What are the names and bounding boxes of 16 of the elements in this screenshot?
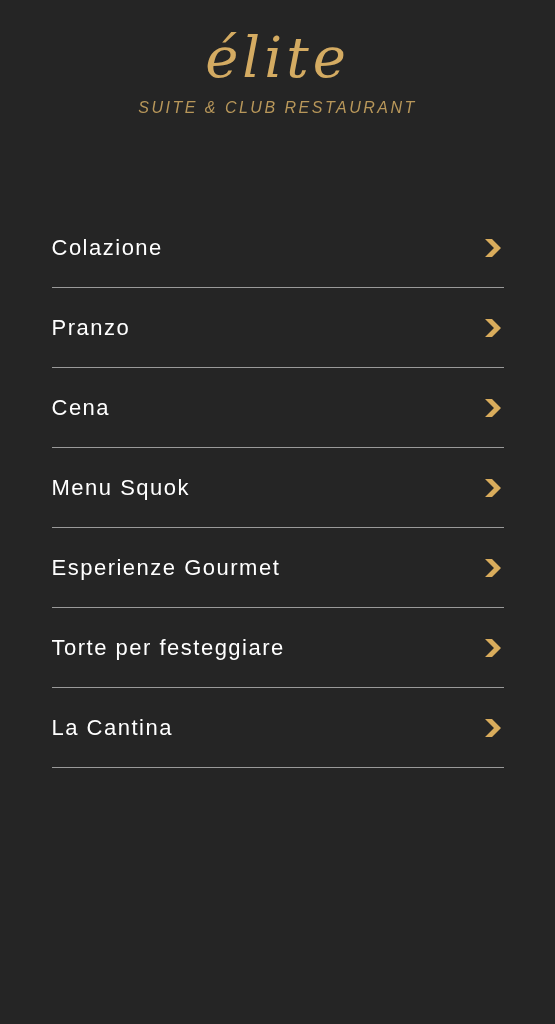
menu-item[interactable]: Cena: [51, 368, 504, 448]
chevron-icon: [483, 477, 502, 498]
logo-wordmark: élite: [205, 24, 350, 92]
logo-tagline: SUITE & CLUB RESTAURANT: [138, 98, 417, 118]
chevron-icon: [483, 557, 502, 578]
menu-item[interactable]: Torte per festeggiare: [51, 608, 504, 688]
chevron-icon: [483, 717, 502, 738]
menu-item[interactable]: Menu Squok: [51, 448, 504, 528]
chevron-icon: [483, 237, 502, 258]
menu-item[interactable]: Pranzo: [51, 288, 504, 368]
menu-item[interactable]: La Cantina: [51, 688, 504, 768]
menu-item[interactable]: Esperienze Gourmet: [51, 528, 504, 608]
menu-item[interactable]: Colazione: [51, 208, 504, 288]
chevron-icon: [483, 397, 502, 418]
chevron-icon: [483, 317, 502, 338]
chevron-icon: [483, 637, 502, 658]
